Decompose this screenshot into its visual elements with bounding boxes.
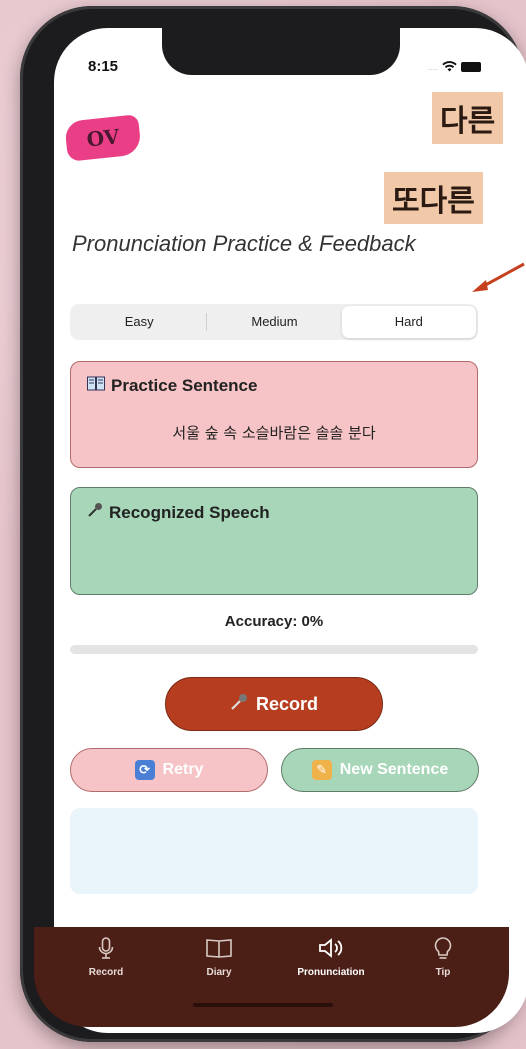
retry-button[interactable]: ⟳ Retry bbox=[70, 748, 268, 792]
home-indicator bbox=[193, 1003, 333, 1007]
difficulty-segmented-control: Easy Medium Hard bbox=[70, 304, 478, 340]
difficulty-easy[interactable]: Easy bbox=[72, 306, 206, 338]
tab-tip[interactable]: Tip bbox=[398, 927, 488, 978]
record-button[interactable]: Record bbox=[165, 677, 383, 731]
feedback-panel bbox=[70, 808, 478, 894]
annotation-arrow-icon bbox=[472, 262, 525, 292]
book-icon bbox=[174, 937, 264, 965]
microphone-icon bbox=[87, 502, 103, 523]
record-button-label: Record bbox=[255, 693, 318, 714]
tab-tip-label: Tip bbox=[435, 967, 451, 978]
accuracy-label: Accuracy: 0% bbox=[224, 613, 324, 630]
microphone-icon bbox=[61, 937, 151, 965]
practice-card-title: Practice Sentence bbox=[111, 376, 258, 395]
speech-card-title: Recognized Speech bbox=[109, 502, 270, 522]
microphone-icon bbox=[230, 693, 248, 716]
overlay-label-1: 다른 bbox=[432, 92, 504, 144]
signal-indicator: .... bbox=[428, 62, 439, 72]
wifi-icon bbox=[442, 59, 457, 75]
tab-diary[interactable]: Diary bbox=[174, 927, 264, 978]
new-sentence-button-label: New Sentence bbox=[339, 761, 449, 778]
tab-record[interactable]: Record bbox=[61, 927, 151, 978]
new-sentence-button[interactable]: ✎ New Sentence bbox=[281, 748, 479, 792]
status-icons: .... bbox=[428, 59, 482, 75]
practice-sentence-card: Practice Sentence 서울 숲 속 소슬바람은 솔솔 분다 bbox=[70, 361, 478, 468]
tab-pronunciation-label: Pronunciation bbox=[297, 967, 365, 978]
notch bbox=[162, 22, 400, 75]
memo-icon: ✎ bbox=[311, 760, 332, 780]
battery-icon bbox=[461, 62, 482, 72]
speech-card-header: Recognized Speech bbox=[87, 502, 270, 523]
accuracy-progress-bar bbox=[70, 645, 478, 654]
recognized-speech-card: Recognized Speech bbox=[70, 487, 478, 595]
practice-card-header: Practice Sentence bbox=[87, 376, 257, 396]
lightbulb-icon bbox=[398, 937, 488, 965]
practice-sentence-text: 서울 숲 속 소슬바람은 솔솔 분다 bbox=[172, 424, 376, 442]
difficulty-hard[interactable]: Hard bbox=[341, 306, 476, 338]
refresh-icon: ⟳ bbox=[134, 760, 155, 780]
tab-pronunciation[interactable]: Pronunciation bbox=[286, 927, 376, 978]
retry-button-label: Retry bbox=[162, 761, 204, 778]
status-time: 8:15 bbox=[88, 58, 119, 75]
tab-bar: Record Diary Pronunciation Tip bbox=[34, 927, 509, 1027]
difficulty-medium[interactable]: Medium bbox=[207, 306, 341, 338]
overlay-label-2: 또다른 bbox=[384, 172, 483, 224]
book-icon bbox=[87, 376, 105, 396]
tab-record-label: Record bbox=[88, 967, 124, 978]
speaker-icon bbox=[286, 937, 376, 965]
page-title: Pronunciation Practice & Feedback bbox=[72, 231, 416, 256]
tab-diary-label: Diary bbox=[206, 967, 232, 978]
